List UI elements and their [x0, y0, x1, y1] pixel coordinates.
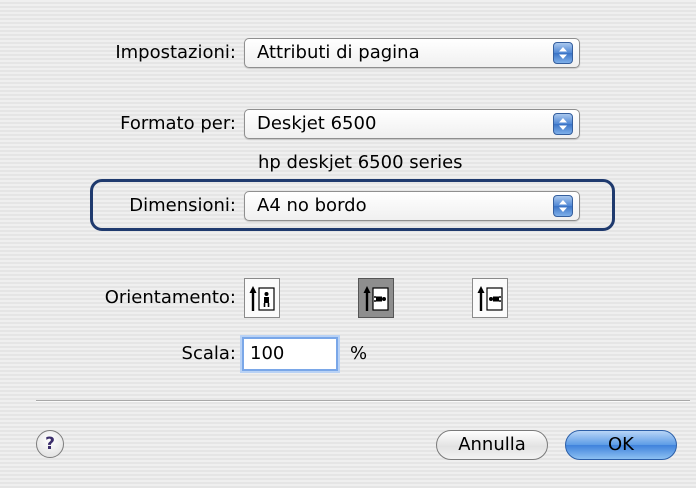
landscape-left-orientation-button[interactable] [358, 278, 394, 318]
ok-button[interactable]: OK [565, 430, 677, 460]
scale-input-value: 100 [250, 343, 285, 364]
paper-size-popup[interactable]: A4 no bordo [244, 191, 580, 221]
paper-size-popup-value: A4 no bordo [257, 195, 367, 216]
cancel-button[interactable]: Annulla [436, 430, 548, 460]
portrait-orientation-icon [249, 286, 275, 311]
popup-arrows-icon [553, 195, 573, 217]
settings-popup[interactable]: Attributi di pagina [244, 38, 580, 68]
popup-arrows-icon [553, 113, 573, 135]
format-for-popup-value: Deskjet 6500 [257, 113, 377, 134]
landscape-right-orientation-icon [477, 286, 503, 311]
scale-input[interactable]: 100 [242, 337, 338, 371]
scale-label: Scala: [181, 343, 236, 364]
help-icon: ? [45, 434, 55, 454]
settings-label: Impostazioni: [115, 42, 236, 63]
popup-arrows-icon [553, 42, 573, 64]
printer-description: hp deskjet 6500 series [258, 152, 463, 173]
divider [36, 400, 690, 402]
paper-size-label: Dimensioni: [129, 195, 236, 216]
orientation-label: Orientamento: [104, 287, 236, 308]
format-for-label: Formato per: [120, 113, 236, 134]
scale-unit: % [350, 343, 368, 364]
landscape-left-orientation-icon [363, 286, 389, 311]
settings-popup-value: Attributi di pagina [257, 42, 420, 63]
portrait-orientation-button[interactable] [244, 278, 280, 318]
help-button[interactable]: ? [36, 430, 64, 458]
page-setup-dialog: { "settings": { "label": "Impostazioni:"… [0, 0, 696, 488]
format-for-popup[interactable]: Deskjet 6500 [244, 109, 580, 139]
landscape-right-orientation-button[interactable] [472, 278, 508, 318]
